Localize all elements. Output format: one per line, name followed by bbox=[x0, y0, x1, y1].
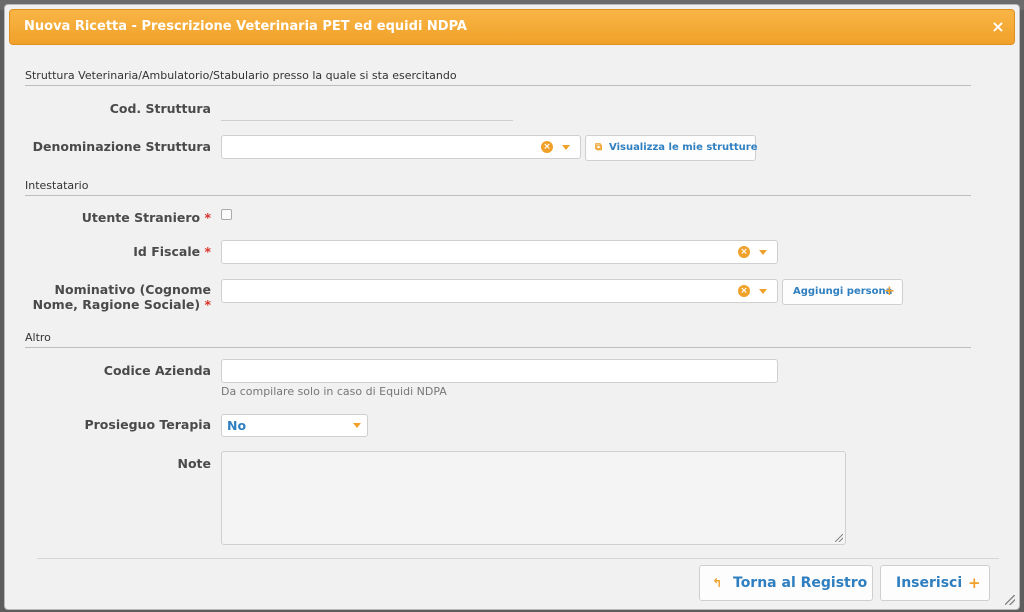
dialog-titlebar[interactable]: Nuova Ricetta - Prescrizione Veterinaria… bbox=[9, 9, 1015, 45]
section-struttura: Struttura Veterinaria/Ambulatorio/Stabul… bbox=[25, 69, 971, 86]
section-intestatario: Intestatario bbox=[25, 179, 971, 196]
add-person-button[interactable]: Aggiungi persona + bbox=[782, 279, 903, 305]
back-arrow-icon: ↰ bbox=[712, 576, 723, 590]
insert-button[interactable]: Inserisci + bbox=[880, 565, 990, 601]
add-person-label: Aggiungi persona bbox=[793, 286, 893, 297]
id-fiscale-input[interactable]: × bbox=[221, 240, 778, 264]
dialog-resize-icon[interactable] bbox=[1005, 595, 1015, 605]
show-my-structures-label: Visualizza le mie strutture bbox=[609, 142, 758, 153]
utente-straniero-checkbox[interactable] bbox=[221, 209, 232, 220]
show-my-structures-button[interactable]: ⧉ Visualizza le mie strutture bbox=[585, 135, 758, 161]
section-altro: Altro bbox=[25, 331, 971, 348]
cod-struttura-label: Cod. Struttura bbox=[109, 101, 211, 116]
plus-icon: + bbox=[968, 574, 981, 592]
utente-straniero-text: Utente Straniero bbox=[81, 210, 201, 225]
note-textarea[interactable] bbox=[221, 451, 846, 545]
new-prescription-dialog: Nuova Ricetta - Prescrizione Veterinaria… bbox=[4, 4, 1020, 610]
codice-azienda-label: Codice Azienda bbox=[103, 363, 211, 378]
id-fiscale-text: Id Fiscale bbox=[133, 244, 201, 259]
required-mark: * bbox=[204, 297, 211, 312]
footer-divider bbox=[37, 558, 999, 559]
back-to-register-label: Torna al Registro bbox=[733, 575, 868, 591]
chevron-down-icon[interactable] bbox=[759, 250, 767, 255]
dialog-title: Nuova Ricetta - Prescrizione Veterinaria… bbox=[24, 19, 467, 34]
note-label: Note bbox=[177, 456, 211, 471]
cod-struttura-underline bbox=[221, 120, 513, 121]
clear-icon[interactable]: × bbox=[541, 141, 553, 153]
back-to-register-button[interactable]: ↰ Torna al Registro bbox=[699, 565, 873, 601]
chevron-down-icon[interactable] bbox=[562, 145, 570, 150]
required-mark: * bbox=[204, 244, 211, 259]
nominativo-line2: Nome, Ragione Sociale) bbox=[32, 297, 201, 312]
chevron-down-icon[interactable] bbox=[759, 289, 767, 294]
utente-straniero-label: Utente Straniero * bbox=[5, 210, 211, 225]
nominativo-line1: Nominativo (Cognome bbox=[54, 282, 211, 297]
denominazione-input[interactable]: × bbox=[221, 135, 581, 159]
plus-icon: + bbox=[884, 284, 895, 299]
clear-icon[interactable]: × bbox=[738, 246, 750, 258]
codice-azienda-input[interactable] bbox=[221, 359, 778, 383]
close-icon[interactable]: × bbox=[988, 17, 1008, 37]
nominativo-label: Nominativo (Cognome Nome, Ragione Social… bbox=[5, 282, 211, 312]
nominativo-input[interactable]: × bbox=[221, 279, 778, 303]
prosieguo-value: No bbox=[227, 418, 247, 433]
window-icon: ⧉ bbox=[595, 142, 603, 153]
prosieguo-label: Prosieguo Terapia bbox=[84, 417, 211, 432]
prosieguo-select[interactable]: No bbox=[221, 414, 368, 437]
insert-label: Inserisci bbox=[896, 575, 963, 591]
chevron-down-icon bbox=[353, 423, 361, 428]
id-fiscale-label: Id Fiscale * bbox=[5, 244, 211, 259]
codice-azienda-hint: Da compilare solo in caso di Equidi NDPA bbox=[221, 385, 447, 398]
clear-icon[interactable]: × bbox=[738, 285, 750, 297]
resize-handle-icon[interactable] bbox=[835, 534, 843, 542]
denominazione-label: Denominazione Struttura bbox=[32, 139, 211, 154]
required-mark: * bbox=[204, 210, 211, 225]
